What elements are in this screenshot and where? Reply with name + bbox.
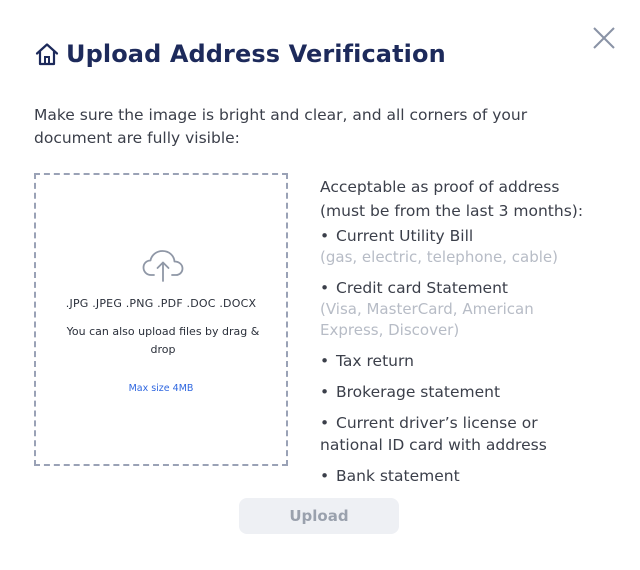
proof-item-label: Current driver’s license or national ID … [320,414,547,454]
proof-item: • Brokerage statement [320,383,501,401]
upload-address-dialog: Upload Address Verification Make sure th… [0,0,640,570]
cloud-upload-icon [142,250,184,282]
instructions-text: Make sure the image is bright and clear,… [34,106,528,147]
dialog-title: Upload Address Verification [66,40,446,68]
proof-item-label: Tax return [336,352,414,370]
close-icon [593,27,615,49]
proof-item: • Tax return [320,352,414,370]
proof-of-address-info: Acceptable as proof of address (must be … [320,175,600,487]
proof-item: • Bank statement [320,467,460,485]
proof-item-label: Credit card Statement [336,279,508,297]
proof-item: • Current driver’s license or national ID… [320,414,547,454]
proof-item-label: Current Utility Bill [336,227,474,245]
proof-item-note: (Visa, MasterCard, American Express, Dis… [320,300,534,339]
drag-drop-hint: You can also upload files by drag & drop [66,325,260,356]
file-dropzone[interactable]: .JPG .JPEG .PNG .PDF .DOC .DOCX You can … [34,173,288,466]
proof-lead-text: Acceptable as proof of address (must be … [320,178,584,220]
max-size-note: Max size 4MB [128,383,194,394]
close-button[interactable] [588,22,620,54]
home-icon [35,43,59,66]
proof-item: • Credit card Statement [320,279,508,297]
proof-item-label: Brokerage statement [336,383,501,401]
upload-button[interactable]: Upload [239,498,399,534]
proof-item-note: (gas, electric, telephone, cable) [320,248,558,266]
accepted-formats: .JPG .JPEG .PNG .PDF .DOC .DOCX [65,297,257,310]
dialog-header: Upload Address Verification [34,40,446,68]
proof-item-label: Bank statement [336,467,460,485]
proof-item: • Current Utility Bill [320,227,474,245]
